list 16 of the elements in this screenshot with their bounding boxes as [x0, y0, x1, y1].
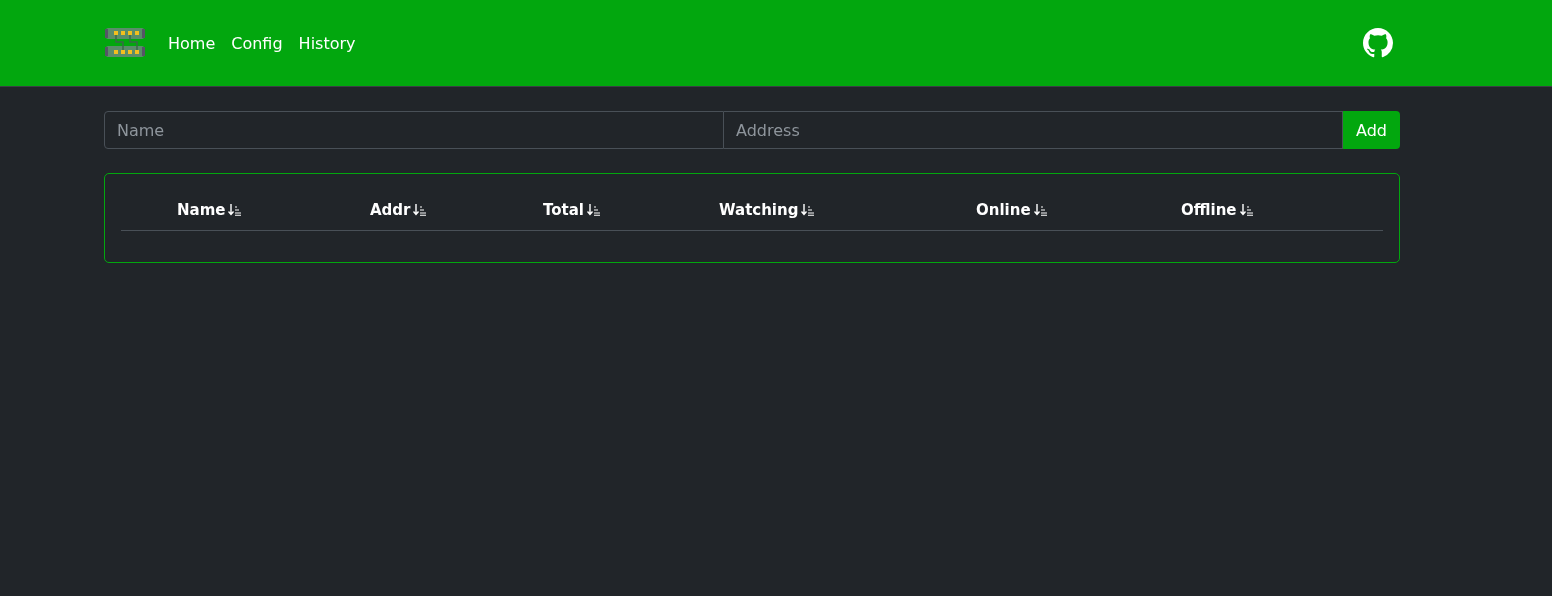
sort-icon[interactable]: [1239, 204, 1254, 216]
column-header[interactable]: Watching: [719, 201, 799, 219]
column-header[interactable]: Offline: [1181, 201, 1237, 219]
sort-icon[interactable]: [413, 204, 428, 216]
logo-icon[interactable]: [105, 27, 145, 59]
sort-icon[interactable]: [228, 204, 243, 216]
sort-icon[interactable]: [801, 204, 816, 216]
column-header[interactable]: Name: [177, 201, 226, 219]
address-field[interactable]: Address: [724, 111, 1344, 149]
column-header[interactable]: Total: [543, 201, 584, 219]
sort-icon[interactable]: [587, 204, 601, 216]
name-field[interactable]: Name: [104, 111, 724, 149]
column-header[interactable]: Addr: [370, 201, 411, 219]
column-header[interactable]: Online: [976, 201, 1031, 219]
github-icon[interactable]: [1363, 28, 1393, 58]
sort-icon[interactable]: [1033, 204, 1048, 216]
